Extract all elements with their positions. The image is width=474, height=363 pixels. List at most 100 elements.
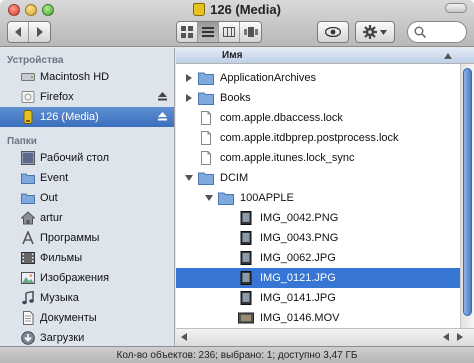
scroll-right-icon[interactable] (456, 333, 464, 341)
vertical-scroll-thumb[interactable] (463, 68, 472, 316)
sidebar-item-label: Рабочий стол (40, 152, 110, 164)
file-row[interactable]: IMG_0121.JPG (176, 268, 460, 288)
sidebar-item-downloads[interactable]: Загрузки (0, 328, 174, 348)
file-name: IMG_0146.MOV (260, 312, 340, 324)
folder-icon (21, 173, 35, 184)
sidebar-item-desktop[interactable]: Рабочий стол (0, 148, 174, 168)
back-arrow-icon (15, 27, 21, 37)
disclosure-spacer (184, 153, 194, 163)
file-row[interactable]: 100APPLE (176, 188, 460, 208)
file-row[interactable]: Books (176, 88, 460, 108)
history-nav (7, 21, 51, 43)
file-row[interactable]: com.apple.dbaccess.lock (176, 108, 460, 128)
window-title-container: 126 (Media) (0, 2, 474, 17)
file-name: com.apple.itdbprep.postprocess.lock (220, 132, 399, 144)
quick-look-button[interactable] (317, 21, 349, 43)
window-title: 126 (Media) (210, 2, 281, 17)
file-name: IMG_0141.JPG (260, 292, 336, 304)
sidebar-folders-header: Папки (7, 136, 37, 147)
folder-icon (198, 172, 214, 185)
sidebar-item-label: Программы (40, 232, 100, 244)
file-name: IMG_0121.JPG (260, 272, 336, 284)
sidebar-item-label: Out (40, 192, 58, 204)
status-text: Кол-во объектов: 236; выбрано: 1; доступ… (116, 350, 358, 361)
disclosure-spacer (184, 133, 194, 143)
view-mode-selector (176, 21, 262, 43)
file-name: IMG_0043.PNG (260, 232, 339, 244)
pictures-icon (21, 272, 35, 284)
disclosure-expanded-icon[interactable] (184, 173, 194, 183)
media-volume-icon (193, 3, 206, 16)
sidebar: Устройства Macintosh HD Firefox 126 (Med… (0, 48, 175, 346)
sidebar-item-label: Изображения (40, 272, 110, 284)
eject-icon[interactable] (158, 112, 167, 121)
file-row[interactable]: IMG_0062.JPG (176, 248, 460, 268)
file-name: 100APPLE (240, 192, 294, 204)
toolbar-toggle-button[interactable] (445, 3, 467, 13)
folder-icon (21, 193, 35, 204)
sidebar-item-pictures[interactable]: Изображения (0, 268, 174, 288)
finder-window: 126 (Media) Устройства Macintosh HD Fire… (0, 0, 474, 363)
home-icon (21, 211, 35, 225)
action-menu-button[interactable] (355, 21, 395, 43)
sidebar-item-label: Фильмы (40, 252, 83, 264)
chevron-down-icon (380, 29, 387, 35)
horizontal-scrollbar[interactable] (176, 328, 474, 346)
sidebar-item-label: Firefox (40, 91, 74, 103)
image-thumbnail-icon (240, 271, 252, 285)
file-row[interactable]: ApplicationArchives (176, 68, 460, 88)
back-button[interactable] (8, 22, 29, 42)
folder-icon (218, 192, 234, 205)
sidebar-item-126-media[interactable]: 126 (Media) (0, 107, 174, 127)
file-row[interactable]: IMG_0141.JPG (176, 288, 460, 308)
title-bar: 126 (Media) (0, 0, 474, 47)
cover-flow-icon (243, 27, 258, 37)
sidebar-item-out[interactable]: Out (0, 188, 174, 208)
file-row[interactable]: com.apple.itunes.lock_sync (176, 148, 460, 168)
forward-button[interactable] (29, 22, 50, 42)
icon-view-button[interactable] (177, 22, 198, 42)
sidebar-item-documents[interactable]: Документы (0, 308, 174, 328)
name-column-label: Имя (222, 50, 243, 61)
sidebar-item-movies[interactable]: Фильмы (0, 248, 174, 268)
sidebar-item-applications[interactable]: Программы (0, 228, 174, 248)
eject-icon[interactable] (158, 92, 167, 101)
status-bar: Кол-во объектов: 236; выбрано: 1; доступ… (0, 346, 474, 363)
search-field[interactable] (407, 21, 467, 43)
sidebar-item-music[interactable]: Музыка (0, 288, 174, 308)
file-name: IMG_0062.JPG (260, 252, 336, 264)
gear-icon (363, 25, 377, 39)
movies-icon (21, 252, 35, 264)
sidebar-item-event[interactable]: Event (0, 168, 174, 188)
cover-flow-view-button[interactable] (240, 22, 261, 42)
image-thumbnail-icon (240, 211, 252, 225)
disclosure-spacer (224, 213, 234, 223)
sidebar-item-firefox[interactable]: Firefox (0, 87, 174, 107)
disclosure-collapsed-icon[interactable] (184, 73, 194, 83)
image-thumbnail-icon (240, 231, 252, 245)
disclosure-expanded-icon[interactable] (204, 193, 214, 203)
file-row[interactable]: com.apple.itdbprep.postprocess.lock (176, 128, 460, 148)
column-view-button[interactable] (219, 22, 240, 42)
file-name: com.apple.itunes.lock_sync (220, 152, 355, 164)
scroll-left-icon[interactable] (180, 333, 188, 341)
list-view-button[interactable] (198, 22, 219, 42)
file-name: DCIM (220, 172, 249, 184)
document-icon (201, 151, 211, 165)
file-row[interactable]: DCIM (176, 168, 460, 188)
column-view-icon (223, 27, 235, 37)
file-row[interactable]: IMG_0042.PNG (176, 208, 460, 228)
scroll-left-icon[interactable] (442, 333, 450, 341)
disclosure-collapsed-icon[interactable] (184, 93, 194, 103)
disk-image-icon (21, 91, 35, 103)
name-column-header[interactable]: Имя (176, 48, 474, 64)
eye-icon (325, 27, 341, 37)
file-name: IMG_0042.PNG (260, 212, 339, 224)
file-row[interactable]: IMG_0043.PNG (176, 228, 460, 248)
search-icon (414, 26, 426, 38)
vertical-scrollbar[interactable] (460, 64, 474, 328)
sidebar-item-artur[interactable]: artur (0, 208, 174, 228)
sidebar-item-label: Музыка (40, 292, 79, 304)
sidebar-item-macintosh-hd[interactable]: Macintosh HD (0, 67, 174, 87)
file-row[interactable]: IMG_0146.MOV (176, 308, 460, 328)
